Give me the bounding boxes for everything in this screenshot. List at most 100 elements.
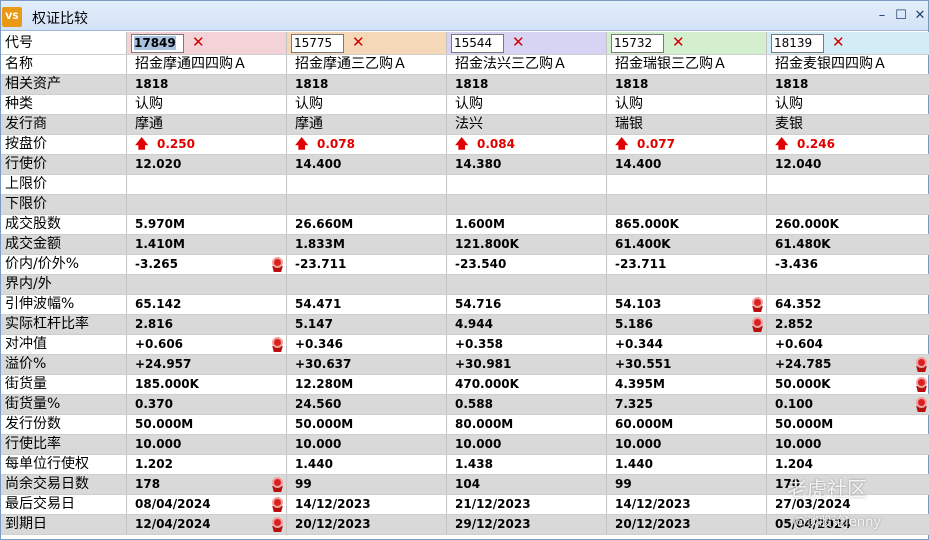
cell-value: 260.000K <box>775 217 839 231</box>
table-cell: 12/04/2024 <box>127 515 287 534</box>
table-cell: 29/12/2023 <box>447 515 607 534</box>
table-cell: 65.142 <box>127 295 287 314</box>
table-cell: +0.344 <box>607 335 767 354</box>
row-label: 行使比率 <box>1 435 127 454</box>
cell-value: +24.957 <box>135 357 192 371</box>
table-row: 界内/外 <box>1 275 929 295</box>
table-cell: 1.440 <box>607 455 767 474</box>
cell-value: 54.103 <box>615 297 662 311</box>
app-logo-icon: VS <box>2 7 22 27</box>
row-label: 溢价% <box>1 355 127 374</box>
cell-value: 摩通 <box>135 116 163 132</box>
cell-value: -23.711 <box>615 257 667 271</box>
table-cell: 1.833M <box>287 235 447 254</box>
warrant-compare-window: VS 权证比较 – ☐ ✕ 代号 17849 ✕ 15775 ✕ 15544 ✕ 15732 ✕… <box>0 0 929 540</box>
remove-icon[interactable]: ✕ <box>832 35 845 50</box>
table-cell: 64.352 <box>767 295 929 314</box>
row-label: 按盘价 <box>1 135 127 154</box>
warrant-code-input[interactable]: 15775 <box>291 34 344 53</box>
table-cell <box>607 195 767 214</box>
row-label: 行使价 <box>1 155 127 174</box>
table-cell: 🡅 0.078 <box>287 135 447 154</box>
cell-value: 4.395M <box>615 377 665 391</box>
table-cell: -23.540 <box>447 255 607 274</box>
cell-value: 1.440 <box>615 457 653 471</box>
cell-value: 1818 <box>615 77 649 91</box>
cell-value: 招金摩通四四购Ａ <box>135 56 247 72</box>
remove-icon[interactable]: ✕ <box>672 35 685 50</box>
table-cell: 0.588 <box>447 395 607 414</box>
table-cell: 1818 <box>607 75 767 94</box>
table-cell: 2.816 <box>127 315 287 334</box>
row-label: 实际杠杆比率 <box>1 315 127 334</box>
cell-value: 178 <box>135 477 161 491</box>
table-cell: 招金法兴三乙购Ａ <box>447 55 607 74</box>
table-cell: 法兴 <box>447 115 607 134</box>
table-cell: +0.604 <box>767 335 929 354</box>
table-cell: 瑞银 <box>607 115 767 134</box>
table-row: 价内/价外% -3.265 -23.711 -23.540 -23.711 -3.436 <box>1 255 929 275</box>
remove-icon[interactable]: ✕ <box>192 35 205 50</box>
table-cell: 5.970M <box>127 215 287 234</box>
table-cell: +30.637 <box>287 355 447 374</box>
table-cell: 招金麦银四四购Ａ <box>767 55 929 74</box>
table-row: 成交金额 1.410M 1.833M 121.800K 61.400K 61.480K <box>1 235 929 255</box>
warrant-code-value: 15544 <box>454 36 493 50</box>
minimize-button[interactable]: – <box>874 8 890 24</box>
maximize-button[interactable]: ☐ <box>893 8 909 24</box>
table-cell: -3.436 <box>767 255 929 274</box>
medal-icon <box>271 337 284 352</box>
cell-value: 2.816 <box>135 317 173 331</box>
table-cell: 54.716 <box>447 295 607 314</box>
cell-value: 2.852 <box>775 317 813 331</box>
medal-icon <box>751 317 764 332</box>
code-row: 代号 17849 ✕ 15775 ✕ 15544 ✕ 15732 ✕ 18139 ✕ <box>1 32 929 55</box>
table-cell: 26.660M <box>287 215 447 234</box>
table-row: 上限价 <box>1 175 929 195</box>
warrant-code-input[interactable]: 15544 <box>451 34 504 53</box>
cell-value: 认购 <box>455 96 483 112</box>
warrant-code-input[interactable]: 15732 <box>611 34 664 53</box>
cell-value: 20/12/2023 <box>615 517 691 531</box>
watermark-logo: 老虎社区 <box>787 477 867 501</box>
cell-value: +0.344 <box>615 337 664 351</box>
table-cell: 1.600M <box>447 215 607 234</box>
remove-icon[interactable]: ✕ <box>352 35 365 50</box>
medal-icon <box>915 377 928 392</box>
cell-value: +0.604 <box>775 337 824 351</box>
row-label: 对冲值 <box>1 335 127 354</box>
table-cell: 10.000 <box>447 435 607 454</box>
bid-price: 0.250 <box>157 137 195 151</box>
comparison-table: 代号 17849 ✕ 15775 ✕ 15544 ✕ 15732 ✕ 18139 ✕ 名称 招金摩通四四… <box>1 32 929 535</box>
table-row: 每单位行使权 1.202 1.440 1.438 1.440 1.204 <box>1 455 929 475</box>
row-label: 街货量 <box>1 375 127 394</box>
row-label: 名称 <box>1 55 127 74</box>
medal-icon <box>915 357 928 372</box>
window-title: 权证比较 <box>32 11 88 27</box>
cell-value: 54.471 <box>295 297 342 311</box>
table-cell: +30.981 <box>447 355 607 374</box>
warrant-code-input[interactable]: 18139 <box>771 34 824 53</box>
table-cell: 61.400K <box>607 235 767 254</box>
table-cell: 54.103 <box>607 295 767 314</box>
table-cell: 99 <box>287 475 447 494</box>
table-cell: 14/12/2023 <box>607 495 767 514</box>
cell-value: 64.352 <box>775 297 822 311</box>
cell-value: 1818 <box>135 77 169 91</box>
cell-value: 1818 <box>775 77 809 91</box>
table-cell: +0.606 <box>127 335 287 354</box>
table-cell: 1818 <box>127 75 287 94</box>
remove-icon[interactable]: ✕ <box>512 35 525 50</box>
table-cell: 185.000K <box>127 375 287 394</box>
close-button[interactable]: ✕ <box>912 8 928 24</box>
table-cell <box>767 195 929 214</box>
cell-value: 20/12/2023 <box>295 517 371 531</box>
table-cell <box>127 195 287 214</box>
table-cell: 1.440 <box>287 455 447 474</box>
warrant-code-input[interactable]: 17849 <box>131 34 184 53</box>
table-cell: 10.000 <box>287 435 447 454</box>
cell-value: 认购 <box>295 96 323 112</box>
table-cell: 54.471 <box>287 295 447 314</box>
table-cell <box>447 275 607 294</box>
cell-value: 99 <box>295 477 312 491</box>
